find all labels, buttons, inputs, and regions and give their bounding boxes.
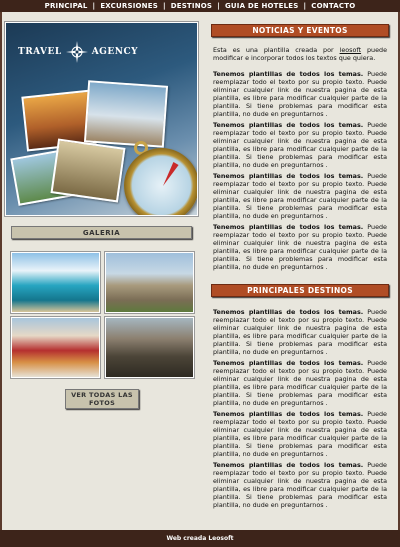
paragraph-body: Puede reemplazar todo el texto por su pr… bbox=[213, 410, 387, 458]
intro-text: Esta es una plantilla creada por leosoft… bbox=[213, 46, 387, 62]
paragraph-heading: Tenemos plantillas de todos los temas. bbox=[213, 223, 364, 231]
destination-paragraph: Tenemos plantillas de todos los temas. P… bbox=[213, 461, 387, 509]
paragraph-body: Puede reemplazar todo el texto por su pr… bbox=[213, 359, 387, 407]
logo-text-agency: AGENCY bbox=[91, 47, 139, 57]
gallery-photo-giraffes[interactable] bbox=[104, 316, 195, 379]
paragraph-body: Puede reemplazar todo el texto por su pr… bbox=[213, 121, 387, 169]
hero-photo-ruins bbox=[50, 138, 126, 203]
paragraph-body: Puede reemplazar todo el texto por su pr… bbox=[213, 172, 387, 220]
nav-separator: | bbox=[303, 2, 307, 10]
gallery-photo-pyramid[interactable] bbox=[104, 251, 195, 314]
paragraph-heading: Tenemos plantillas de todos los temas. bbox=[213, 308, 364, 316]
gallery-photo-temple[interactable] bbox=[10, 316, 101, 379]
paragraph-heading: Tenemos plantillas de todos los temas. bbox=[213, 172, 364, 180]
paragraph-heading: Tenemos plantillas de todos los temas. bbox=[213, 359, 364, 367]
news-paragraph: Tenemos plantillas de todos los temas. P… bbox=[213, 172, 387, 220]
paragraph-heading: Tenemos plantillas de todos los temas. bbox=[213, 410, 364, 418]
paragraph-heading: Tenemos plantillas de todos los temas. bbox=[213, 70, 364, 78]
nav-guia-de-hoteles[interactable]: GUIA DE HOTELES bbox=[225, 2, 299, 10]
noticias-header: NOTICIAS Y EVENTOS bbox=[211, 24, 389, 37]
intro-before: Esta es una plantilla creada por bbox=[213, 46, 340, 54]
paragraph-body: Puede reemplazar todo el texto por su pr… bbox=[213, 308, 387, 356]
compass-rose-icon bbox=[65, 41, 88, 63]
view-all-photos-label: VER TODAS LAS FOTOS bbox=[71, 391, 133, 407]
nav-excursiones[interactable]: EXCURSIONES bbox=[100, 2, 158, 10]
compass-needle bbox=[160, 161, 179, 188]
hero-banner: TRAVEL AGENCY bbox=[4, 21, 199, 217]
destination-paragraph: Tenemos plantillas de todos los temas. P… bbox=[213, 410, 387, 458]
gallery-photo-beach[interactable] bbox=[10, 251, 101, 314]
news-paragraph: Tenemos plantillas de todos los temas. P… bbox=[213, 121, 387, 169]
leosoft-link[interactable]: leosoft bbox=[340, 46, 362, 54]
noticias-title: NOTICIAS Y EVENTOS bbox=[252, 26, 348, 35]
nav-principal[interactable]: PRINCIPAL bbox=[45, 2, 88, 10]
top-nav: PRINCIPAL | EXCURSIONES | DESTINOS | GUI… bbox=[0, 0, 400, 12]
destination-paragraph: Tenemos plantillas de todos los temas. P… bbox=[213, 308, 387, 356]
galeria-header: GALERIA bbox=[11, 226, 192, 239]
footer-credit[interactable]: Web creada Leosoft bbox=[166, 535, 233, 542]
compass-icon bbox=[124, 148, 197, 215]
footer: Web creada Leosoft bbox=[0, 530, 400, 547]
nav-separator: | bbox=[162, 2, 166, 10]
paragraph-body: Puede reemplazar todo el texto por su pr… bbox=[213, 70, 387, 118]
nav-contacto[interactable]: CONTACTO bbox=[311, 2, 355, 10]
destinos-title: PRINCIPALES DESTINOS bbox=[247, 286, 353, 295]
hero-photo-city bbox=[83, 80, 169, 148]
galeria-title: GALERIA bbox=[82, 228, 121, 237]
destinos-header: PRINCIPALES DESTINOS bbox=[211, 284, 389, 297]
nav-separator: | bbox=[92, 2, 96, 10]
news-paragraph: Tenemos plantillas de todos los temas. P… bbox=[213, 223, 387, 271]
travel-agency-logo: TRAVEL AGENCY bbox=[18, 41, 188, 63]
logo-text-travel: TRAVEL bbox=[18, 47, 62, 57]
paragraph-body: Puede reemplazar todo el texto por su pr… bbox=[213, 461, 387, 509]
paragraph-heading: Tenemos plantillas de todos los temas. bbox=[213, 121, 364, 129]
destination-paragraph: Tenemos plantillas de todos los temas. P… bbox=[213, 359, 387, 407]
nav-separator: | bbox=[217, 2, 220, 10]
nav-destinos[interactable]: DESTINOS bbox=[171, 2, 212, 10]
view-all-photos-button[interactable]: VER TODAS LAS FOTOS bbox=[65, 389, 139, 409]
news-paragraph: Tenemos plantillas de todos los temas. P… bbox=[213, 70, 387, 118]
paragraph-heading: Tenemos plantillas de todos los temas. bbox=[213, 461, 364, 469]
paragraph-body: Puede reemplazar todo el texto por su pr… bbox=[213, 223, 387, 271]
